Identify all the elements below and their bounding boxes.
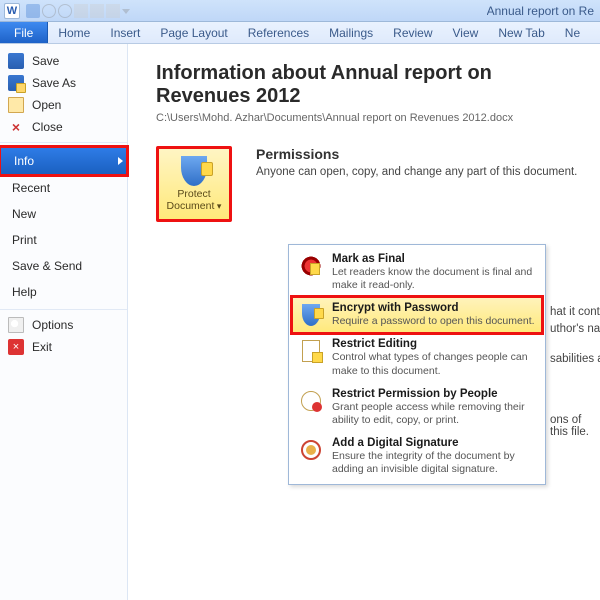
menu-desc: Ensure the integrity of the document by … <box>332 450 536 476</box>
qat-dropdown-icon[interactable] <box>122 9 130 14</box>
tab-mailings[interactable]: Mailings <box>319 22 383 43</box>
shield-lock-icon <box>302 304 320 326</box>
divider <box>0 142 127 143</box>
qat-generic-icon[interactable] <box>74 4 88 18</box>
tab-insert[interactable]: Insert <box>100 22 150 43</box>
menu-title: Encrypt with Password <box>332 302 535 314</box>
sidebar-info[interactable]: Info <box>0 147 127 175</box>
menu-restrict-editing[interactable]: Restrict EditingControl what types of ch… <box>292 333 542 382</box>
tab-page-layout[interactable]: Page Layout <box>150 22 237 43</box>
document-path: C:\Users\Mohd. Azhar\Documents\Annual re… <box>156 112 580 124</box>
backstage: Save Save As Open × Close Info Recent New… <box>0 44 600 600</box>
backstage-sidebar: Save Save As Open × Close Info Recent New… <box>0 44 128 600</box>
options-icon <box>8 317 24 333</box>
protect-document-button[interactable]: Protect Document <box>156 146 232 222</box>
sidebar-label: Save <box>32 54 59 68</box>
text-fragment: sabilities are unable to read <box>550 351 600 368</box>
shield-icon <box>181 156 207 186</box>
tab-review[interactable]: Review <box>383 22 442 43</box>
prepare-for-sharing-fragment: hat it contains: uthor's name sabilities… <box>550 304 600 368</box>
save-as-icon <box>8 75 24 91</box>
sidebar-close[interactable]: × Close <box>0 116 127 138</box>
exit-icon: × <box>8 339 24 355</box>
window-title: Annual report on Re <box>487 4 594 18</box>
text-fragment: hat it contains: <box>550 304 600 321</box>
open-icon <box>8 97 24 113</box>
tab-new-tab[interactable]: New Tab <box>488 22 554 43</box>
menu-title: Restrict Editing <box>332 338 536 350</box>
sidebar-save-send[interactable]: Save & Send <box>0 253 127 279</box>
qat-icons <box>26 4 130 18</box>
text-fragment: uthor's name <box>550 321 600 338</box>
sidebar-label: Info <box>14 154 34 168</box>
signature-icon <box>301 440 321 460</box>
qat-generic-icon[interactable] <box>90 4 104 18</box>
sidebar-label: Exit <box>32 340 52 354</box>
tab-new-group[interactable]: Ne <box>555 22 590 43</box>
sidebar-label: Help <box>12 285 37 299</box>
sidebar-label: Print <box>12 233 37 247</box>
tab-home[interactable]: Home <box>48 22 100 43</box>
word-app-icon: W <box>4 3 20 19</box>
close-icon: × <box>8 119 24 135</box>
quick-access-toolbar: W Annual report on Re <box>0 0 600 22</box>
divider <box>0 309 127 310</box>
qat-redo-icon[interactable] <box>58 4 72 18</box>
permissions-row: Protect Document Permissions Anyone can … <box>156 146 580 222</box>
restrict-editing-icon <box>302 340 320 362</box>
sidebar-new[interactable]: New <box>0 201 127 227</box>
qat-generic-icon[interactable] <box>106 4 120 18</box>
menu-restrict-permission-by-people[interactable]: Restrict Permission by PeopleGrant peopl… <box>292 383 542 432</box>
tab-references[interactable]: References <box>238 22 319 43</box>
sidebar-save-as[interactable]: Save As <box>0 72 127 94</box>
versions-fragment: ons of this file. <box>550 414 600 438</box>
sidebar-help[interactable]: Help <box>0 279 127 305</box>
sidebar-label: Options <box>32 318 73 332</box>
tab-view[interactable]: View <box>443 22 489 43</box>
sidebar-recent[interactable]: Recent <box>0 175 127 201</box>
sidebar-save[interactable]: Save <box>0 50 127 72</box>
backstage-main: Information about Annual report on Reven… <box>128 44 600 600</box>
permissions-heading: Permissions <box>256 146 577 162</box>
sidebar-label: Save As <box>32 76 76 90</box>
menu-desc: Require a password to open this document… <box>332 315 535 328</box>
sidebar-label: New <box>12 207 36 221</box>
sidebar-label: Open <box>32 98 61 112</box>
menu-mark-as-final[interactable]: Mark as FinalLet readers know the docume… <box>292 248 542 297</box>
permissions-desc: Anyone can open, copy, and change any pa… <box>256 166 577 178</box>
ribbon-tabs: File Home Insert Page Layout References … <box>0 22 600 44</box>
people-restrict-icon <box>301 391 321 411</box>
qat-save-icon[interactable] <box>26 4 40 18</box>
protect-document-menu: Mark as FinalLet readers know the docume… <box>288 244 546 485</box>
sidebar-print[interactable]: Print <box>0 227 127 253</box>
menu-title: Restrict Permission by People <box>332 388 536 400</box>
qat-undo-icon[interactable] <box>42 4 56 18</box>
sidebar-exit[interactable]: × Exit <box>0 336 127 358</box>
permissions-text: Permissions Anyone can open, copy, and c… <box>256 146 577 178</box>
sidebar-label: Save & Send <box>12 259 82 273</box>
menu-desc: Control what types of changes people can… <box>332 351 536 377</box>
menu-encrypt-with-password[interactable]: Encrypt with PasswordRequire a password … <box>292 297 542 333</box>
protect-label: Protect Document <box>159 188 229 212</box>
menu-desc: Grant people access while removing their… <box>332 401 536 427</box>
sidebar-label: Close <box>32 120 63 134</box>
menu-desc: Let readers know the document is final a… <box>332 266 536 292</box>
sidebar-open[interactable]: Open <box>0 94 127 116</box>
menu-add-digital-signature[interactable]: Add a Digital SignatureEnsure the integr… <box>292 432 542 481</box>
sidebar-label: Recent <box>12 181 50 195</box>
save-icon <box>8 53 24 69</box>
menu-title: Mark as Final <box>332 253 536 265</box>
tab-file[interactable]: File <box>0 22 48 43</box>
page-title: Information about Annual report on Reven… <box>156 62 580 108</box>
menu-title: Add a Digital Signature <box>332 437 536 449</box>
sidebar-options[interactable]: Options <box>0 314 127 336</box>
mark-final-icon <box>300 255 322 277</box>
